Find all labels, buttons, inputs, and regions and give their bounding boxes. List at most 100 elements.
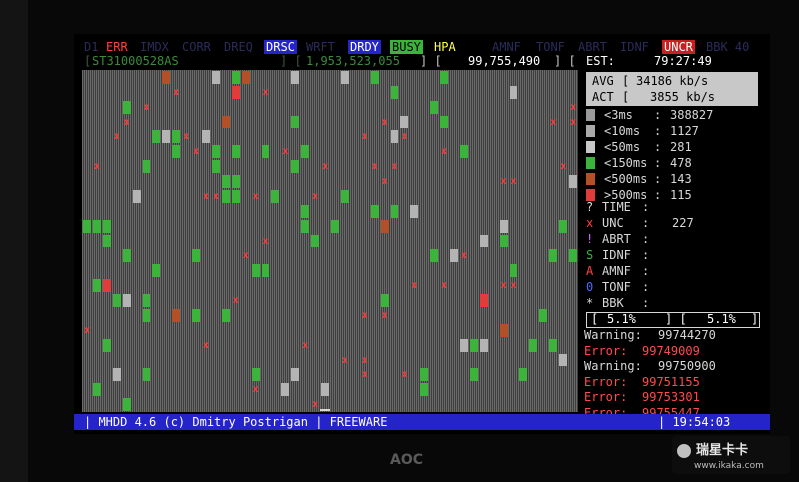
scan-block — [301, 204, 310, 218]
unc-error-icon: x — [232, 295, 239, 307]
scan-block — [112, 368, 121, 382]
header-dim-abrt: ABRT — [578, 40, 607, 54]
unc-error-icon: x — [401, 131, 408, 143]
unc-error-icon: x — [312, 399, 319, 411]
scan-block — [321, 383, 329, 397]
timing-swatch — [586, 141, 595, 153]
scan-block — [152, 130, 161, 144]
unc-error-icon: x — [252, 190, 259, 202]
error-type-label: TONF — [602, 280, 631, 294]
unc-error-icon: x — [84, 324, 91, 336]
scan-block — [479, 338, 488, 352]
unc-error-icon: x — [401, 369, 408, 381]
separator: : — [642, 200, 650, 214]
scan-block — [301, 145, 310, 159]
watermark-logo-icon — [677, 444, 691, 458]
unc-error-icon: x — [361, 309, 368, 321]
scan-block — [301, 219, 310, 233]
avg-label: AVG — [592, 74, 614, 88]
act-label: ACT — [592, 90, 614, 104]
scan-cursor — [320, 409, 330, 411]
bracket: [ — [84, 54, 92, 68]
scan-block — [569, 175, 577, 188]
scan-block — [162, 71, 171, 84]
avg-value: 34186 kb/s — [636, 74, 709, 88]
scan-block — [281, 383, 290, 397]
watermark: 瑞星卡卡 www.ikaka.com — [672, 436, 790, 474]
flag-busy: BUSY — [390, 40, 423, 54]
scan-block — [380, 294, 389, 307]
progress-box: [ 5.1% ] [ 5.1% ] — [586, 312, 760, 328]
scan-block — [370, 71, 379, 84]
scan-block — [340, 71, 349, 84]
scan-block — [420, 383, 429, 397]
act-value: 3855 kb/s — [650, 90, 716, 104]
log-lba: 99751155 — [642, 374, 700, 389]
scan-block — [440, 71, 449, 84]
current-lba: 99,755,490 — [468, 54, 541, 68]
header-dim-tonf: TONF — [536, 40, 565, 54]
separator: : — [654, 188, 662, 202]
header-dim-corr: CORR — [182, 40, 211, 54]
progress-right: 5.1% — [707, 312, 736, 326]
scan-block — [420, 368, 429, 382]
unc-error-icon: x — [173, 86, 180, 98]
flag-drsc: DRSC — [264, 40, 297, 54]
unc-error-icon: x — [203, 190, 210, 202]
scan-block — [221, 308, 230, 322]
log-type: Error: — [584, 343, 628, 358]
separator: : — [642, 296, 650, 310]
scan-block — [370, 204, 379, 218]
monitor-logo: AOC — [390, 452, 424, 468]
mhdd-screen: D1 ERR IMDX CORR DREQ DRSC WRFT DRDY BUS… — [74, 34, 770, 434]
error-symbol-icon: * — [586, 296, 594, 310]
unc-error-icon: x — [361, 354, 368, 366]
scan-block — [291, 71, 300, 84]
unc-error-icon: x — [361, 369, 368, 381]
est-value: 79:27:49 — [654, 54, 712, 68]
unc-error-icon: x — [262, 86, 269, 98]
timing-label: <3ms — [604, 108, 633, 122]
scan-block — [430, 100, 439, 114]
unc-error-icon: x — [500, 176, 507, 188]
error-symbol-icon: A — [586, 264, 594, 278]
est-label: EST: — [586, 54, 615, 68]
scan-block — [231, 145, 240, 159]
unc-error-icon: x — [510, 176, 517, 188]
log-type: Error: — [584, 374, 628, 389]
unc-error-icon: x — [391, 161, 398, 173]
unc-error-icon: x — [441, 280, 448, 292]
separator: : — [642, 232, 650, 246]
scan-block — [459, 338, 468, 352]
unc-error-icon: x — [411, 280, 418, 292]
scan-block — [251, 264, 260, 278]
unc-error-icon: x — [282, 146, 289, 158]
error-type-label: AMNF — [602, 264, 631, 278]
scan-block — [102, 219, 111, 233]
scan-block — [509, 264, 518, 278]
scan-block — [102, 234, 111, 248]
log-lba: 99753301 — [642, 390, 700, 404]
scan-block — [569, 249, 577, 263]
scan-block — [83, 219, 91, 233]
scan-block — [539, 308, 548, 322]
error-symbol-icon: 0 — [586, 280, 594, 294]
unc-error-icon: x — [510, 280, 517, 292]
separator: : — [654, 172, 662, 186]
scan-block — [122, 249, 131, 263]
scan-block — [469, 368, 478, 382]
unc-error-icon: x — [322, 161, 329, 173]
scan-block — [430, 249, 439, 263]
scan-block — [221, 115, 230, 129]
unc-error-icon: x — [381, 116, 388, 128]
scan-block — [142, 308, 151, 322]
unc-error-icon: x — [212, 190, 219, 202]
scan-block — [92, 219, 101, 233]
scan-block — [410, 204, 419, 218]
timing-swatch — [586, 157, 595, 169]
separator: : — [642, 280, 650, 294]
scan-block — [390, 204, 399, 218]
scan-block — [251, 368, 260, 382]
scan-block — [122, 398, 131, 411]
scan-block — [122, 100, 131, 114]
